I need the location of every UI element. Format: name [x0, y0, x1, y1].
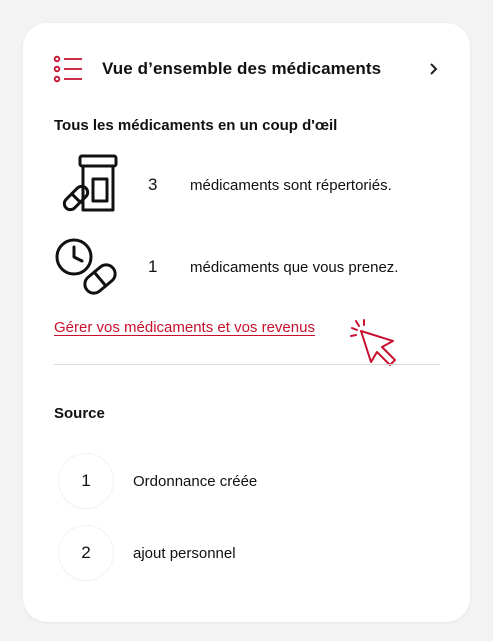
listed-medications-stat: 3 médicaments sont répertoriés.	[54, 153, 444, 217]
manage-medications-link[interactable]: Gérer vos médicaments et vos revenus	[54, 319, 315, 336]
source-item: 1 Ordonnance créée	[59, 453, 439, 509]
listed-medications-text: médicaments sont répertoriés.	[190, 176, 392, 194]
source-item-number: 1	[59, 454, 113, 508]
list-icon	[53, 55, 82, 83]
glance-section-title: Tous les médicaments en un coup d'œil	[54, 117, 338, 134]
medication-overview-header[interactable]: Vue d’ensemble des médicaments	[53, 53, 441, 85]
clock-pill-icon	[55, 238, 117, 295]
chevron-right-icon[interactable]	[427, 59, 441, 79]
taken-medications-stat: 1 médicaments que vous prenez.	[54, 235, 444, 299]
listed-medications-count: 3	[148, 175, 158, 194]
section-divider	[54, 364, 440, 365]
card-title: Vue d’ensemble des médicaments	[102, 59, 382, 78]
source-item: 2 ajout personnel	[59, 525, 439, 581]
click-cursor-icon	[350, 319, 396, 366]
source-section-title: Source	[54, 405, 105, 422]
source-item-label: Ordonnance créée	[133, 472, 258, 490]
pill-bottle-icon	[62, 154, 118, 212]
source-item-label: ajout personnel	[133, 544, 236, 562]
taken-medications-count: 1	[148, 257, 158, 276]
medication-overview-card: Vue d’ensemble des médicaments Tous les …	[23, 23, 470, 622]
source-item-number: 2	[59, 526, 113, 580]
taken-medications-text: médicaments que vous prenez.	[190, 258, 399, 276]
